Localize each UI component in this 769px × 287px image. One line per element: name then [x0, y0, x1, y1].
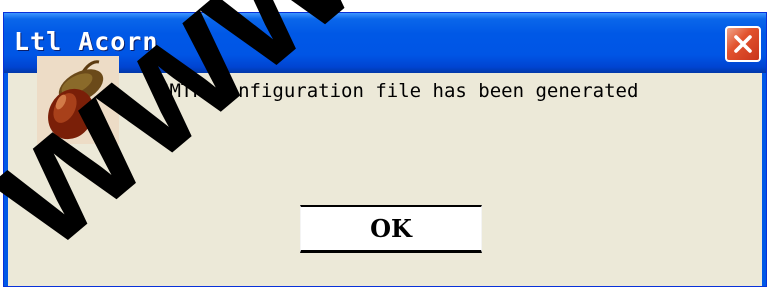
window-title: Ltl Acorn	[14, 27, 159, 56]
close-x-icon	[734, 35, 752, 53]
ok-button[interactable]: OK	[300, 205, 482, 253]
close-button[interactable]	[725, 26, 761, 62]
dialog-message: SMTP configuration file has been generat…	[158, 80, 639, 102]
acorn-icon	[37, 56, 119, 144]
